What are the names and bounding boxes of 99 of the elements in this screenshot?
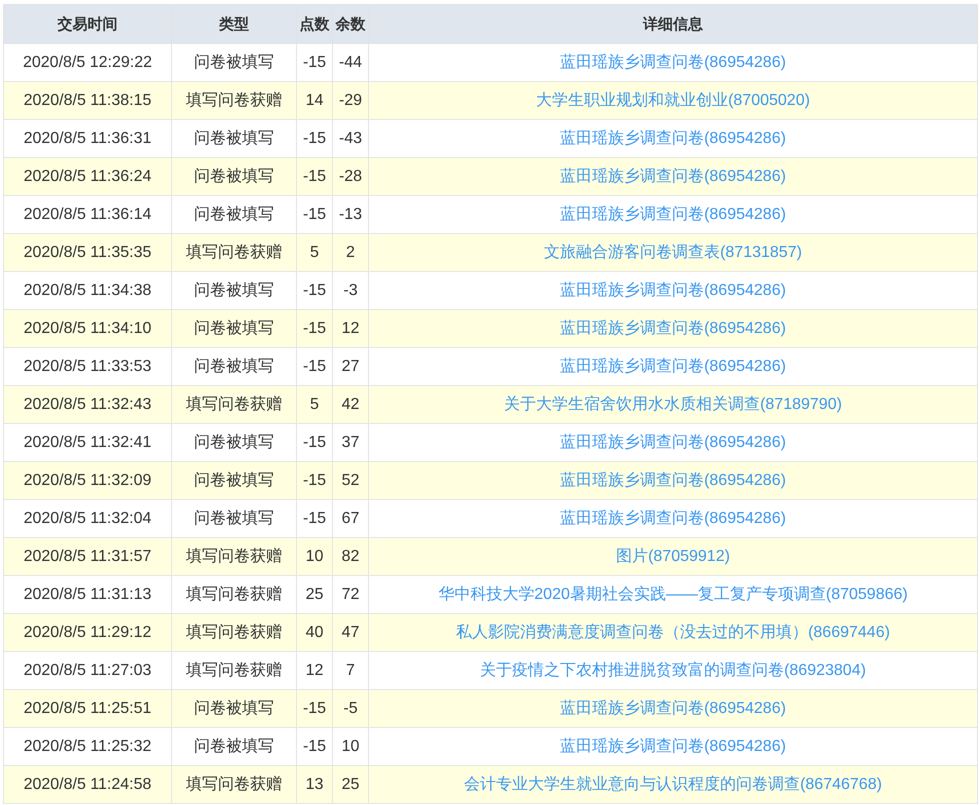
table-cell: 2020/8/5 11:24:58	[4, 766, 172, 804]
column-header: 交易时间	[4, 4, 172, 44]
table-cell: -15	[296, 728, 332, 766]
table-cell: 填写问卷获赠	[172, 766, 296, 804]
table-cell: 2020/8/5 11:36:24	[4, 158, 172, 196]
table-cell: -15	[296, 690, 332, 728]
table-cell: 82	[332, 538, 368, 576]
table-cell: -15	[296, 500, 332, 538]
table-cell: 问卷被填写	[172, 500, 296, 538]
table-cell: 40	[296, 614, 332, 652]
table-cell: -43	[332, 120, 368, 158]
table-cell: -29	[332, 82, 368, 120]
column-header: 点数	[296, 4, 332, 44]
table-cell: 12	[332, 310, 368, 348]
survey-link[interactable]: 蓝田瑶族乡调查问卷(86954286)	[560, 510, 786, 527]
table-cell: 2020/8/5 11:34:38	[4, 272, 172, 310]
column-header: 余数	[332, 4, 368, 44]
survey-link[interactable]: 蓝田瑶族乡调查问卷(86954286)	[560, 700, 786, 717]
table-cell: 10	[332, 728, 368, 766]
table-cell: 2020/8/5 11:25:32	[4, 728, 172, 766]
table-cell: 问卷被填写	[172, 158, 296, 196]
table-cell: 2020/8/5 11:36:14	[4, 196, 172, 234]
table-cell: 72	[332, 576, 368, 614]
survey-link[interactable]: 蓝田瑶族乡调查问卷(86954286)	[560, 738, 786, 755]
table-cell: 10	[296, 538, 332, 576]
table-cell: 问卷被填写	[172, 44, 296, 82]
table-cell: 问卷被填写	[172, 462, 296, 500]
table-cell: 问卷被填写	[172, 424, 296, 462]
table-cell: -15	[296, 196, 332, 234]
table-cell: -15	[296, 120, 332, 158]
table-cell: 2020/8/5 11:31:57	[4, 538, 172, 576]
table-cell: 2020/8/5 11:32:09	[4, 462, 172, 500]
table-cell: 52	[332, 462, 368, 500]
table-cell: 问卷被填写	[172, 120, 296, 158]
table-cell: -28	[332, 158, 368, 196]
survey-link[interactable]: 蓝田瑶族乡调查问卷(86954286)	[560, 54, 786, 71]
table-cell: 填写问卷获赠	[172, 538, 296, 576]
survey-link[interactable]: 蓝田瑶族乡调查问卷(86954286)	[560, 206, 786, 223]
table-cell: 2020/8/5 11:33:53	[4, 348, 172, 386]
column-header: 类型	[172, 4, 296, 44]
table-cell: 2020/8/5 11:32:41	[4, 424, 172, 462]
table-cell: 37	[332, 424, 368, 462]
table-cell: 25	[332, 766, 368, 804]
table-cell: 填写问卷获赠	[172, 82, 296, 120]
table-cell: 7	[332, 652, 368, 690]
table-cell: -15	[296, 44, 332, 82]
table-cell: 2020/8/5 11:34:10	[4, 310, 172, 348]
table-cell: 12	[296, 652, 332, 690]
survey-link[interactable]: 蓝田瑶族乡调查问卷(86954286)	[560, 320, 786, 337]
table-cell: -5	[332, 690, 368, 728]
table-cell: 问卷被填写	[172, 348, 296, 386]
column-header: 详细信息	[368, 4, 978, 44]
table-cell: 填写问卷获赠	[172, 234, 296, 272]
table-cell: 填写问卷获赠	[172, 652, 296, 690]
survey-link[interactable]: 蓝田瑶族乡调查问卷(86954286)	[560, 472, 786, 489]
table-cell: 2020/8/5 12:29:22	[4, 44, 172, 82]
table-cell: -3	[332, 272, 368, 310]
survey-link[interactable]: 蓝田瑶族乡调查问卷(86954286)	[560, 130, 786, 147]
table-cell: -15	[296, 462, 332, 500]
table-cell: 2020/8/5 11:29:12	[4, 614, 172, 652]
table-cell: -13	[332, 196, 368, 234]
survey-link[interactable]: 图片(87059912)	[616, 548, 730, 565]
table-cell: 2020/8/5 11:35:35	[4, 234, 172, 272]
table-cell: 2020/8/5 11:36:31	[4, 120, 172, 158]
table-cell: 2	[332, 234, 368, 272]
table-cell: 填写问卷获赠	[172, 386, 296, 424]
table-cell: 42	[332, 386, 368, 424]
table-cell: -15	[296, 424, 332, 462]
table-cell: 13	[296, 766, 332, 804]
table-cell: 2020/8/5 11:32:43	[4, 386, 172, 424]
table-cell: 问卷被填写	[172, 728, 296, 766]
table-cell: 5	[296, 234, 332, 272]
survey-link[interactable]: 蓝田瑶族乡调查问卷(86954286)	[560, 434, 786, 451]
table-cell: -15	[296, 272, 332, 310]
table-cell: 27	[332, 348, 368, 386]
table-cell: -44	[332, 44, 368, 82]
table-cell: 问卷被填写	[172, 310, 296, 348]
table-cell: 2020/8/5 11:32:04	[4, 500, 172, 538]
survey-link[interactable]: 蓝田瑶族乡调查问卷(86954286)	[560, 282, 786, 299]
table-cell: 问卷被填写	[172, 690, 296, 728]
survey-link[interactable]: 文旅融合游客问卷调查表(87131857)	[544, 244, 802, 261]
table-cell: -15	[296, 310, 332, 348]
table-cell: 问卷被填写	[172, 272, 296, 310]
table-cell: -15	[296, 348, 332, 386]
table-cell: 47	[332, 614, 368, 652]
table-cell: 问卷被填写	[172, 196, 296, 234]
table-cell: 2020/8/5 11:38:15	[4, 82, 172, 120]
survey-link[interactable]: 蓝田瑶族乡调查问卷(86954286)	[560, 168, 786, 185]
table-cell: 填写问卷获赠	[172, 614, 296, 652]
table-cell: 填写问卷获赠	[172, 576, 296, 614]
table-cell: 14	[296, 82, 332, 120]
table-cell: 2020/8/5 11:31:13	[4, 576, 172, 614]
table-cell: 67	[332, 500, 368, 538]
table-cell: 2020/8/5 11:27:03	[4, 652, 172, 690]
table-cell: 2020/8/5 11:25:51	[4, 690, 172, 728]
survey-link[interactable]: 蓝田瑶族乡调查问卷(86954286)	[560, 358, 786, 375]
table-cell: -15	[296, 158, 332, 196]
table-cell: 25	[296, 576, 332, 614]
table-cell: 5	[296, 386, 332, 424]
